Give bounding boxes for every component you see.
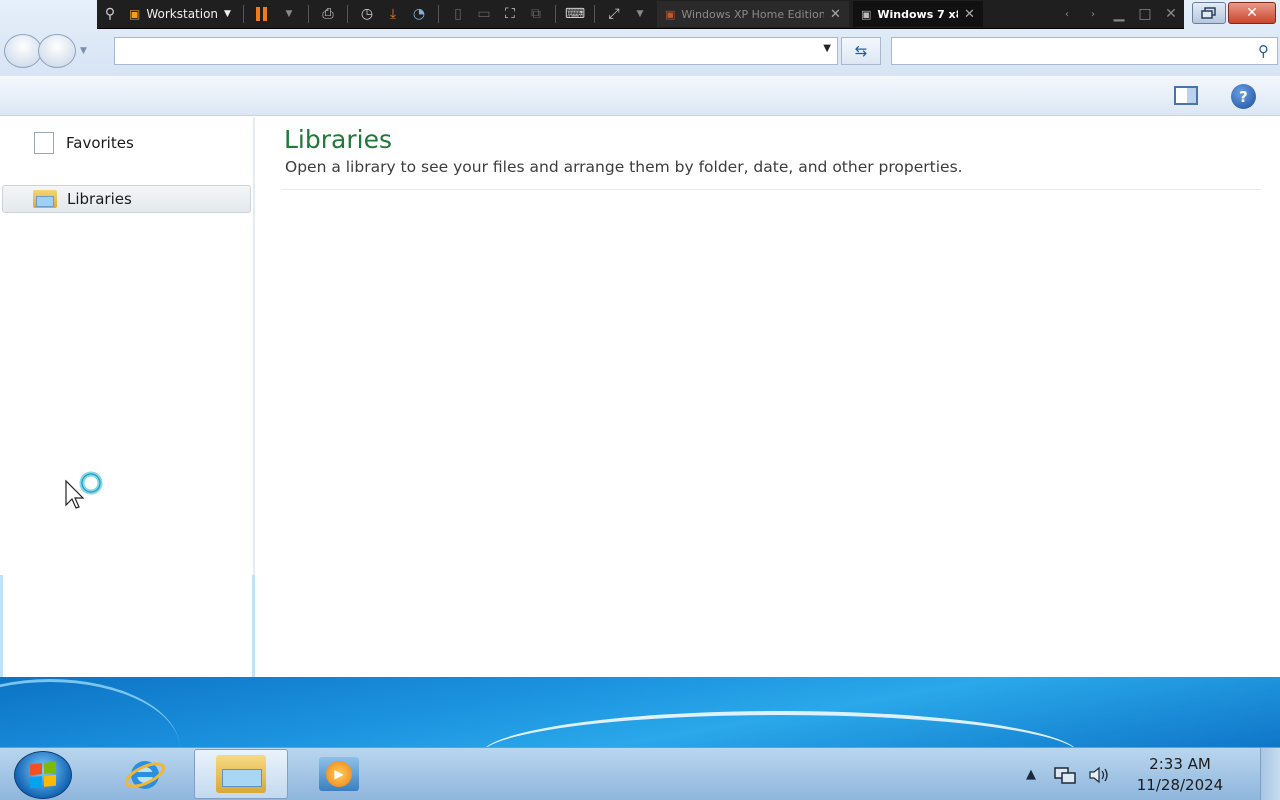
libraries-icon [33, 188, 57, 210]
back-button[interactable] [4, 34, 42, 68]
vmware-window-controls: ‹ › ▁ □ ✕ [1054, 2, 1184, 26]
maximize-icon[interactable]: □ [1132, 2, 1158, 26]
taskbar-windows-explorer[interactable] [194, 749, 288, 799]
content-pane: Libraries Open a library to see your fil… [257, 117, 1280, 677]
divider [281, 189, 1261, 190]
restore-icon [1201, 7, 1216, 19]
close-tab-icon[interactable]: ✕ [964, 7, 975, 22]
workstation-menu[interactable]: ▣ Workstation ▼ [123, 7, 237, 21]
workstation-icon: ▣ [129, 7, 141, 21]
taskbar: ▶ ▲ 2:33 AM 11/28/2024 [0, 747, 1280, 800]
stretch-dropdown-icon[interactable]: ▼ [627, 2, 653, 26]
desktop-background [0, 677, 1280, 747]
toolbar-divider [307, 5, 309, 23]
forward-button[interactable] [38, 34, 76, 68]
start-button[interactable] [14, 751, 72, 799]
address-bar[interactable]: ▼ [114, 37, 838, 65]
toolbar-divider [437, 5, 439, 23]
vmware-toolbar: ⚲ ▣ Workstation ▼ ▼ ⎙ ◷ ⤓ ◔ ▯ ▭ ⛶ ⧉ ⌨ ⤢ … [97, 0, 1184, 29]
navigation-buttons: ▼ [4, 34, 87, 68]
refresh-button[interactable]: ⇆ [841, 37, 881, 65]
page-title: Libraries [284, 125, 392, 154]
pause-button[interactable] [250, 2, 276, 26]
volume-icon[interactable] [1082, 760, 1116, 790]
wallpaper-swoosh [0, 679, 180, 747]
close-tab-icon[interactable]: ✕ [830, 7, 841, 22]
favorites-icon [32, 132, 56, 154]
close-icon: ✕ [1246, 5, 1258, 21]
clock-date: 11/28/2024 [1136, 775, 1224, 794]
restore-button[interactable] [1192, 2, 1226, 24]
window-caption-buttons: ✕ [1192, 2, 1276, 24]
vm-tab-label: Windows XP Home Edition [681, 7, 825, 21]
show-desktop-button[interactable] [1260, 748, 1280, 800]
navigation-pane: Favorites Libraries [0, 117, 255, 677]
wallpaper-swoosh [480, 711, 1080, 747]
pane-splitter[interactable] [252, 575, 255, 677]
pause-icon [255, 7, 270, 21]
network-icon[interactable] [1048, 760, 1082, 790]
show-hidden-icons-icon[interactable]: ▲ [1014, 760, 1048, 790]
search-input[interactable]: ⚲ [891, 37, 1278, 65]
help-icon[interactable]: ? [1231, 84, 1256, 109]
system-clock[interactable]: 2:33 AM 11/28/2024 [1116, 754, 1244, 796]
windows-explorer-icon [216, 755, 266, 793]
preview-pane-icon[interactable] [1174, 86, 1198, 105]
taskbar-internet-explorer[interactable] [98, 749, 192, 799]
chevron-down-icon: ▼ [224, 9, 231, 19]
snapshot-manager-icon[interactable]: ◔ [406, 2, 432, 26]
internet-explorer-icon [125, 761, 165, 789]
vm-tab-label: Windows 7 x86 [877, 7, 958, 21]
nav-item-favorites[interactable]: Favorites [2, 129, 251, 157]
tab-scroll-left-icon[interactable]: ‹ [1054, 2, 1080, 26]
vm-tab-windows-7[interactable]: ▣ Windows 7 x86 ✕ [852, 1, 983, 27]
revert-snapshot-icon[interactable]: ⤓ [380, 2, 406, 26]
taskbar-windows-media-player[interactable]: ▶ [292, 749, 386, 799]
unity-icon[interactable]: ⧉ [523, 2, 549, 26]
full-screen-icon[interactable]: ⛶ [497, 2, 523, 26]
toolbar-divider [346, 5, 348, 23]
power-dropdown-icon[interactable]: ▼ [276, 2, 302, 26]
windows-media-player-icon: ▶ [319, 757, 359, 791]
close-button[interactable]: ✕ [1228, 2, 1276, 24]
nav-item-label: Libraries [67, 190, 132, 208]
pane-highlight [0, 575, 3, 677]
toolbar-divider [554, 5, 556, 23]
search-icon[interactable]: ⚲ [1258, 42, 1269, 60]
snapshot-icon[interactable]: ◷ [354, 2, 380, 26]
refresh-icon: ⇆ [854, 42, 868, 60]
address-dropdown-icon[interactable]: ▼ [823, 43, 831, 54]
command-bar: ? [0, 76, 1280, 116]
notification-area: ▲ 2:33 AM 11/28/2024 [1014, 748, 1280, 800]
minimize-icon[interactable]: ▁ [1106, 2, 1132, 26]
toolbar-divider [242, 5, 244, 23]
tab-scroll-right-icon[interactable]: › [1080, 2, 1106, 26]
windows-logo-icon [30, 761, 56, 789]
console-view-icon[interactable]: ⌨ [562, 2, 588, 26]
page-subtitle: Open a library to see your files and arr… [285, 158, 963, 176]
vm-tab-icon: ▣ [664, 7, 676, 21]
nav-item-label: Favorites [66, 134, 134, 152]
toolbar-divider [593, 5, 595, 23]
pin-icon[interactable]: ⚲ [97, 2, 123, 26]
vm-tab-icon: ▣ [860, 7, 872, 21]
busy-cursor-icon [65, 471, 103, 509]
recent-pages-dropdown-icon[interactable]: ▼ [80, 46, 87, 56]
thumbnail-bar-icon[interactable]: ▭ [471, 2, 497, 26]
workstation-label: Workstation [146, 7, 219, 21]
clock-time: 2:33 AM [1149, 754, 1211, 773]
stretch-guest-icon[interactable]: ⤢ [601, 2, 627, 26]
vm-tab-windows-xp[interactable]: ▣ Windows XP Home Edition ✕ [656, 1, 849, 27]
close-icon[interactable]: ✕ [1158, 2, 1184, 26]
library-view-icon[interactable]: ▯ [445, 2, 471, 26]
send-ctrl-alt-del-icon[interactable]: ⎙ [315, 2, 341, 26]
nav-item-libraries[interactable]: Libraries [2, 185, 251, 213]
